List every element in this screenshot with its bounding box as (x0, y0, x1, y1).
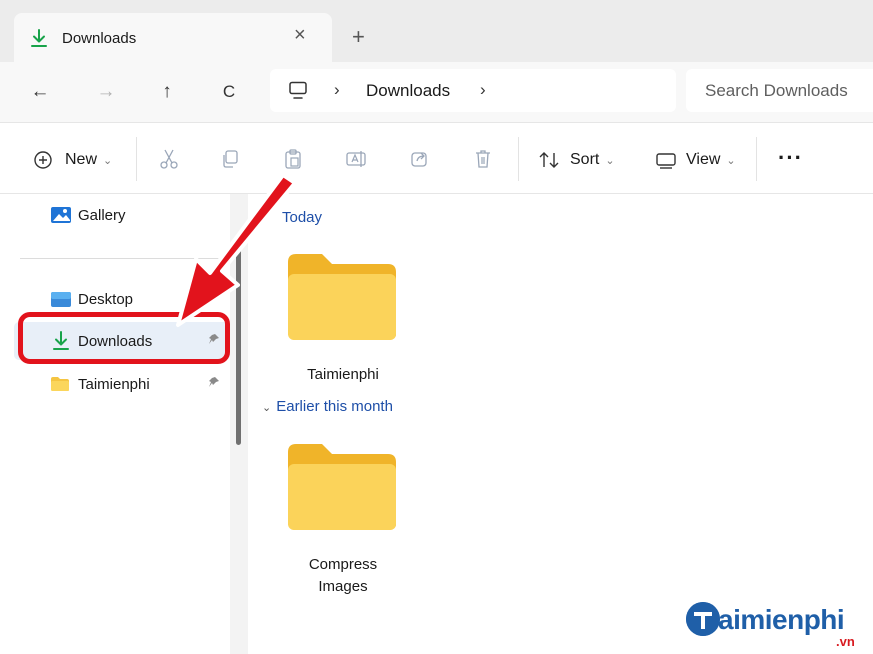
tab-bar: Downloads × + (0, 0, 873, 62)
tab-label: Downloads (62, 30, 137, 47)
folder-icon (50, 375, 72, 393)
search-placeholder: Search Downloads (705, 81, 848, 100)
sort-button[interactable]: Sort ⌄ (538, 148, 615, 172)
logo-icon (686, 602, 720, 636)
up-button[interactable]: ↑ (152, 78, 182, 106)
watermark-suffix: .vn (836, 634, 855, 649)
chevron-down-icon: ⌄ (262, 402, 272, 414)
new-label: New (65, 151, 98, 168)
view-label: View (686, 151, 721, 168)
sort-icon (539, 152, 559, 168)
folder-label: Images (318, 578, 368, 595)
rename-icon[interactable] (344, 147, 368, 171)
pc-icon (288, 81, 308, 100)
group-header-earlier[interactable]: ⌄ Earlier this month (262, 398, 393, 415)
desktop-icon (50, 290, 72, 308)
new-button[interactable]: New ⌄ (33, 148, 112, 172)
more-options-button[interactable]: ··· (778, 145, 803, 171)
divider (756, 137, 757, 181)
folder-label: Compress (308, 556, 378, 573)
copy-icon[interactable] (218, 147, 242, 171)
forward-button[interactable]: → (91, 78, 121, 106)
view-icon (656, 153, 676, 169)
tab-downloads[interactable]: Downloads × (14, 13, 332, 62)
download-icon (28, 27, 50, 49)
sidebar-item-taimienphi[interactable]: Taimienphi (14, 365, 230, 403)
breadcrumb-downloads[interactable]: Downloads (366, 81, 450, 101)
back-button[interactable]: ← (25, 78, 55, 106)
sidebar-item-label: Desktop (78, 290, 134, 308)
address-field[interactable]: › Downloads › (270, 69, 676, 112)
watermark-logo: aimienphi .vn (686, 600, 873, 654)
close-tab-button[interactable]: × (294, 25, 306, 45)
refresh-button[interactable]: C (214, 78, 244, 106)
group-title: Earlier this month (276, 398, 393, 415)
folder-icon (286, 442, 398, 532)
chevron-down-icon: ⌄ (605, 154, 615, 167)
breadcrumb-separator[interactable]: › (334, 80, 340, 100)
breadcrumb-separator[interactable]: › (480, 80, 486, 100)
arrow-annotation (176, 175, 297, 327)
paste-icon[interactable] (281, 147, 305, 171)
sort-label: Sort (570, 151, 600, 168)
chevron-down-icon: ⌄ (103, 154, 113, 167)
sidebar-item-label: Taimienphi (78, 375, 150, 393)
folder-label: Taimienphi (307, 366, 379, 383)
file-list-pane: Today Taimienphi ⌄ Earlier this month Com… (248, 194, 873, 654)
plus-circle-icon (34, 151, 52, 169)
address-bar-row: ← → ↑ C › Downloads › Search Downloads (0, 62, 873, 122)
pin-icon[interactable] (208, 376, 220, 391)
share-icon[interactable] (408, 147, 432, 171)
cut-icon[interactable] (157, 147, 181, 171)
divider (136, 137, 137, 181)
watermark-text: aimienphi (718, 604, 845, 635)
divider (518, 137, 519, 181)
new-tab-button[interactable]: + (352, 26, 365, 48)
sidebar-item-label: Gallery (78, 206, 126, 224)
chevron-down-icon: ⌄ (726, 154, 736, 167)
view-button[interactable]: View ⌄ (655, 148, 736, 172)
search-input[interactable]: Search Downloads (686, 69, 873, 112)
delete-icon[interactable] (471, 147, 495, 171)
command-bar: New ⌄ Sort ⌄ View ⌄ ··· (0, 122, 873, 194)
gallery-icon (50, 206, 72, 224)
